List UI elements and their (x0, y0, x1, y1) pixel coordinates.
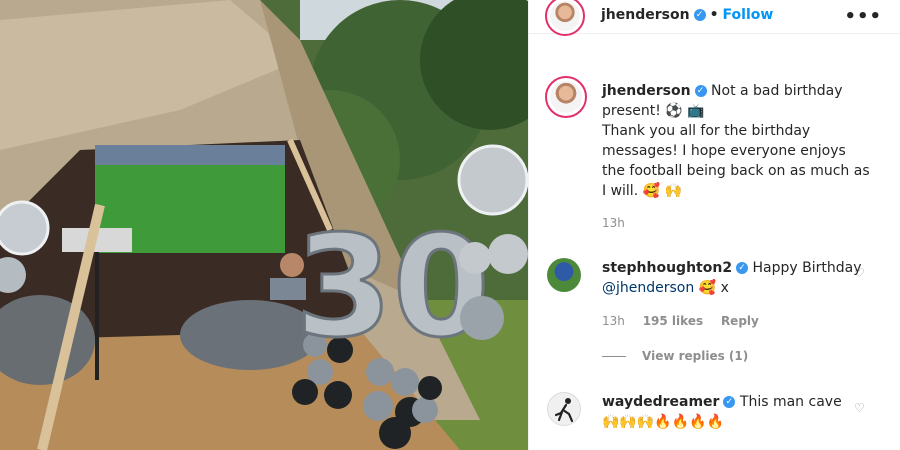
comment-timestamp[interactable]: 13h (602, 314, 625, 328)
balloon-number-30: 30 (295, 206, 490, 369)
header-username[interactable]: jhenderson (601, 7, 690, 23)
caption-username[interactable]: jhenderson (602, 83, 691, 99)
smiling-hearts-emoji: 🥰 (642, 183, 661, 199)
verified-badge-icon: ✓ (693, 9, 706, 21)
raised-hands-emoji: 🙌 (664, 183, 682, 199)
reply-button[interactable]: Reply (721, 314, 759, 328)
comment-username[interactable]: waydedreamer (602, 394, 719, 410)
post-photo[interactable]: 30 (0, 0, 528, 450)
view-replies-button[interactable]: View replies (1) (602, 349, 748, 363)
follow-button[interactable]: Follow (723, 7, 774, 23)
comment-text: This man cave (739, 394, 842, 410)
heart-icon[interactable]: ♡ (854, 401, 866, 415)
commenter-avatar[interactable] (547, 258, 581, 292)
comment-likes-count[interactable]: 195 likes (643, 314, 703, 328)
caption-avatar-image (550, 81, 582, 113)
verified-badge-icon: ✓ (736, 262, 749, 274)
comment-meta: 13h 195 likes Reply (602, 314, 773, 328)
commenter-avatar[interactable] (547, 392, 581, 426)
post-details-panel: jhenderson ✓ • Follow ••• jhenderson ✓ Not a… (528, 0, 900, 450)
comment-text-end: 🥰 x (698, 280, 729, 296)
caption-timestamp[interactable]: 13h (602, 216, 625, 230)
header-user-row: jhenderson ✓ • Follow (601, 7, 773, 23)
post-header: jhenderson ✓ • Follow ••• (529, 0, 900, 36)
author-avatar[interactable] (545, 0, 585, 36)
soccer-ball-emoji: ⚽ (665, 103, 683, 119)
comment-mention-link[interactable]: @jhenderson (602, 280, 694, 296)
caption-author-avatar[interactable] (545, 76, 587, 118)
comment-emojis: 🙌🙌🙌🔥🔥🔥🔥 (602, 414, 725, 430)
replies-line-divider (602, 356, 626, 357)
comment-username[interactable]: stephhoughton2 (602, 260, 732, 276)
runner-silhouette-icon (554, 398, 574, 423)
more-options-icon[interactable]: ••• (844, 6, 882, 27)
separator-dot: • (709, 7, 719, 23)
television-emoji: 📺 (687, 103, 705, 119)
comment-item: stephhoughton2 ✓ Happy Birthday @jhenders… (602, 258, 862, 298)
tent-scene-illustration: 30 (0, 0, 528, 450)
author-avatar-image (550, 1, 580, 31)
view-replies-label: View replies (1) (642, 349, 749, 363)
verified-badge-icon: ✓ (723, 396, 736, 408)
comment-text: Happy Birthday (752, 260, 862, 276)
verified-badge-icon: ✓ (694, 85, 707, 97)
comment-item: waydedreamer ✓ This man cave 🙌🙌🙌🔥🔥🔥🔥 (602, 392, 862, 432)
heart-icon[interactable]: ♡ (854, 266, 866, 280)
post-caption: jhenderson ✓ Not a bad birthday present! … (602, 81, 872, 201)
